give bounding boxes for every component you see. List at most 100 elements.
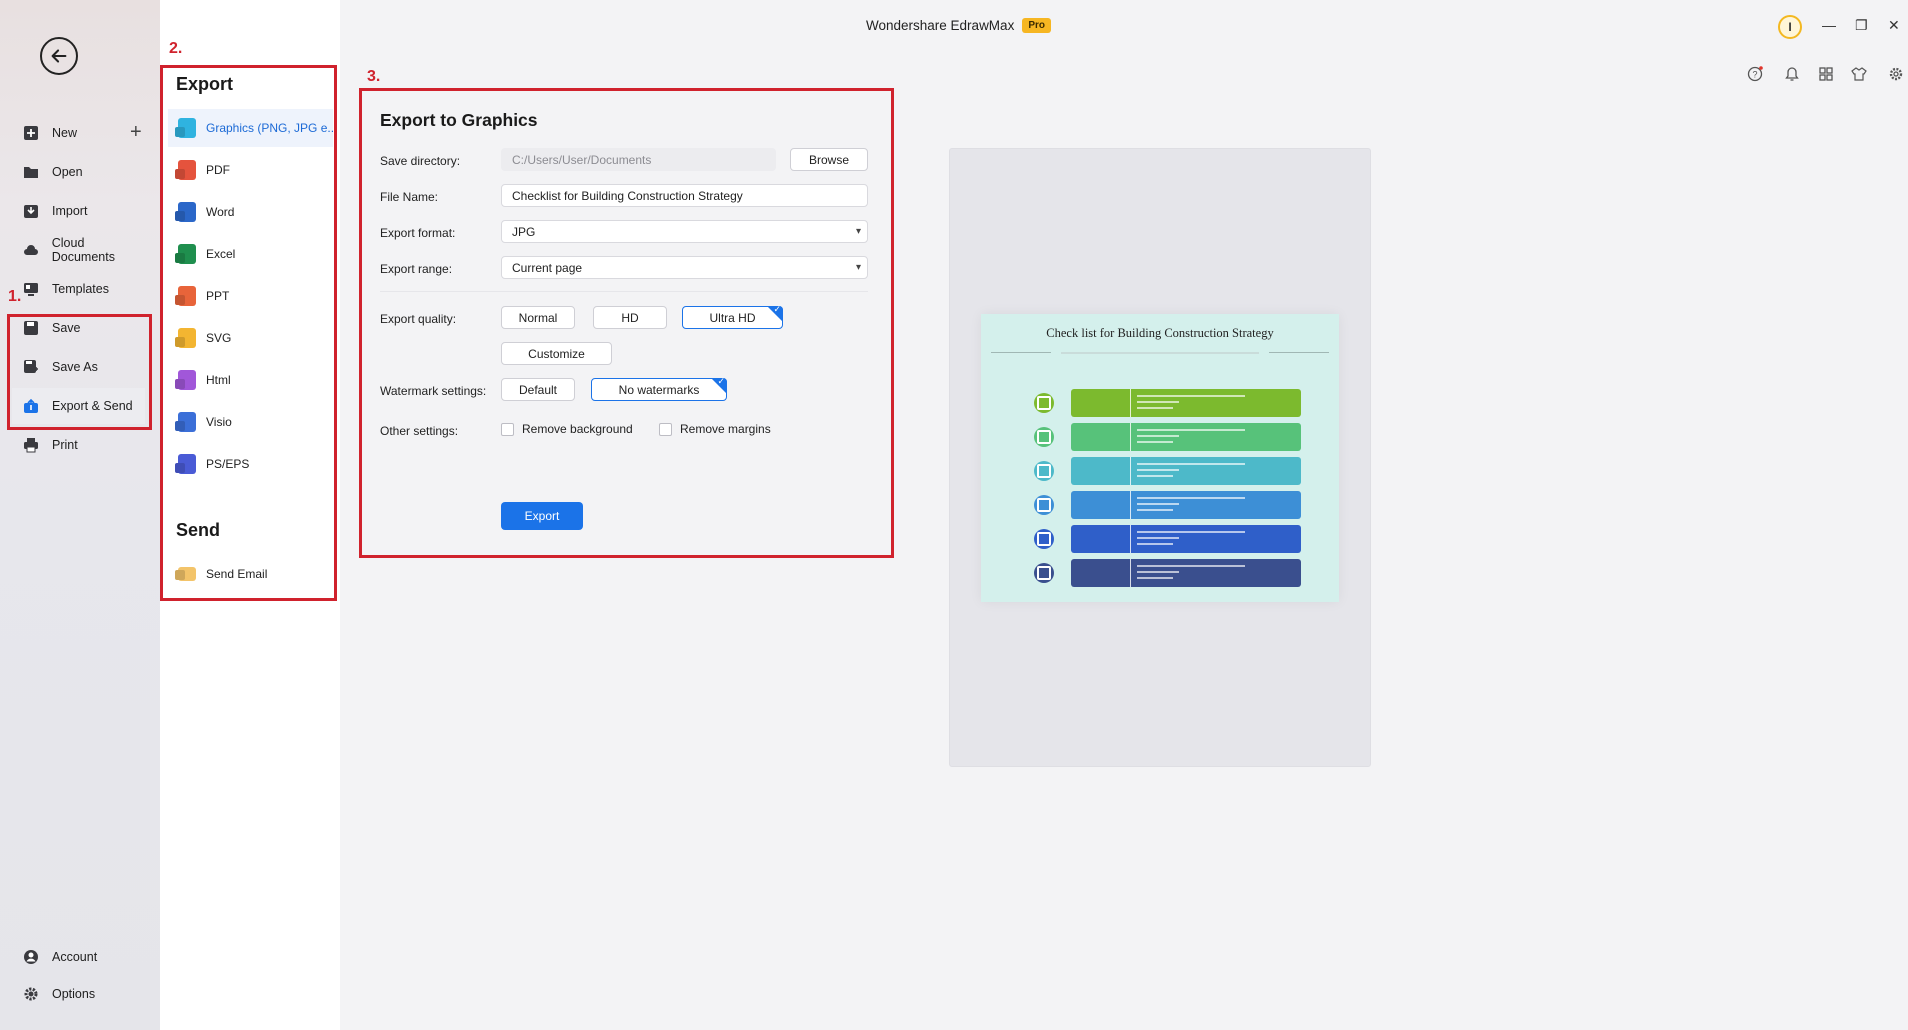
preview-step-lines [1137, 565, 1257, 583]
preview-step-label [1071, 389, 1131, 417]
export-item-label: PPT [206, 289, 230, 303]
panel-divider [380, 291, 868, 292]
sidebar-item-templates[interactable]: Templates [20, 271, 150, 307]
sidebar-item-options[interactable]: Options [20, 976, 150, 1012]
save-directory-label: Save directory: [380, 154, 461, 168]
sidebar-item-label: Export & Send [52, 399, 133, 413]
sidebar-item-label: Cloud Documents [51, 236, 115, 264]
export-item-word[interactable]: Word [168, 193, 333, 231]
html-file-icon [178, 370, 196, 390]
watermark-settings-label: Watermark settings: [380, 384, 487, 398]
export-item-ps-eps[interactable]: PS/EPS [168, 445, 333, 483]
preview-step-lines [1137, 429, 1257, 447]
envelope-icon [178, 567, 196, 581]
folder-icon [20, 161, 42, 183]
export-range-value: Current page [512, 260, 583, 275]
quality-hd-button[interactable]: HD [593, 306, 667, 329]
file-name-input[interactable]: Checklist for Building Construction Stra… [501, 184, 868, 207]
sidebar-item-label: Templates [52, 282, 109, 296]
word-file-icon [178, 202, 196, 222]
sidebar-item-export-send[interactable]: Export & Send [12, 388, 145, 424]
export-item-graphics[interactable]: Graphics (PNG, JPG e... [168, 109, 333, 147]
shirt-theme-icon[interactable] [1848, 65, 1870, 83]
quality-normal-button[interactable]: Normal [501, 306, 575, 329]
gear-icon [20, 983, 42, 1005]
customize-button[interactable]: Customize [501, 342, 612, 365]
restore-button[interactable]: ❐ [1855, 17, 1868, 34]
pdf-file-icon [178, 160, 196, 180]
sidebar-item-print[interactable]: Print [20, 427, 150, 463]
quality-ultra-hd-button[interactable]: Ultra HD [682, 304, 783, 329]
back-button[interactable] [40, 37, 78, 75]
title-bar: Wondershare EdrawMax Pro [866, 18, 1051, 33]
annotation-step1: 1. [8, 288, 22, 305]
checkbox-box[interactable] [659, 422, 672, 436]
sidebar-item-label: Account [52, 950, 98, 964]
svg-text:?: ? [1752, 70, 1757, 80]
sidebar-item-import[interactable]: Import [20, 193, 150, 229]
preview-step-icon [1034, 461, 1054, 481]
preview-step-row [1071, 559, 1301, 587]
watermark-default-button[interactable]: Default [501, 378, 575, 401]
sidebar-item-account[interactable]: Account [20, 939, 150, 975]
preview-rule-right [1269, 352, 1329, 353]
print-icon [20, 434, 42, 456]
settings-gear-icon[interactable] [1885, 65, 1907, 83]
minimize-button[interactable]: — [1822, 17, 1836, 33]
apps-grid-icon[interactable] [1815, 65, 1837, 83]
export-item-label: Visio [206, 415, 232, 429]
account-icon [20, 946, 42, 968]
preview-step-lines [1137, 463, 1257, 481]
export-item-svg[interactable]: SVG [168, 319, 333, 357]
browse-button[interactable]: Browse [790, 148, 868, 171]
sidebar-item-save[interactable]: Save [20, 310, 150, 346]
export-button[interactable]: Export [501, 502, 583, 530]
new-plus-icon[interactable]: + [130, 121, 142, 144]
preview-step-icon [1034, 427, 1054, 447]
export-item-visio[interactable]: Visio [168, 403, 333, 441]
export-item-ppt[interactable]: PPT [168, 277, 333, 315]
annotation-step3: 3. [367, 68, 381, 85]
close-button[interactable]: ✕ [1888, 17, 1900, 34]
help-icon[interactable]: ? [1744, 65, 1766, 83]
no-watermarks-button[interactable]: No watermarks [591, 376, 727, 401]
export-item-excel[interactable]: Excel [168, 235, 333, 273]
annotation-step2: 2. [169, 40, 183, 57]
remove-margins-label: Remove margins [680, 422, 771, 436]
preview-step-label [1071, 491, 1131, 519]
preview-step-row [1071, 491, 1301, 519]
avatar[interactable]: I [1778, 15, 1802, 39]
export-range-select[interactable]: Current page [501, 256, 868, 279]
export-format-label: Export format: [380, 226, 456, 240]
preview-step-lines [1137, 395, 1257, 413]
export-item-html[interactable]: Html [168, 361, 333, 399]
app-title: Wondershare EdrawMax [866, 18, 1015, 33]
remove-background-checkbox[interactable]: Remove background [501, 422, 633, 436]
avatar-initial: I [1788, 20, 1792, 34]
preview-step-label [1071, 423, 1131, 451]
ppt-file-icon [178, 286, 196, 306]
graphics-file-icon [178, 118, 196, 138]
export-item-label: SVG [206, 331, 232, 345]
preview-step-row [1071, 457, 1301, 485]
export-item-label: Word [206, 205, 235, 219]
remove-margins-checkbox[interactable]: Remove margins [659, 422, 771, 436]
export-quality-label: Export quality: [380, 312, 457, 326]
send-item-email[interactable]: Send Email [168, 555, 333, 593]
export-item-pdf[interactable]: PDF [168, 151, 333, 189]
visio-file-icon [178, 412, 196, 432]
sidebar-item-label: Import [52, 204, 88, 218]
notification-bell-icon[interactable] [1781, 65, 1803, 83]
sidebar-item-save-as[interactable]: Save As [20, 349, 150, 385]
checkbox-box[interactable] [501, 422, 514, 436]
preview-title: Check list for Building Construction Str… [1046, 326, 1274, 340]
export-format-select[interactable]: JPG [501, 220, 868, 243]
plus-square-icon [20, 122, 42, 144]
sidebar-item-cloud-documents[interactable]: Cloud Documents [20, 232, 150, 268]
preview-thumbnail: Check list for Building Construction Str… [981, 314, 1339, 602]
ps-eps-file-icon [178, 454, 196, 474]
quality-ultra-hd-label: Ultra HD [709, 310, 756, 325]
sidebar-item-open[interactable]: Open [20, 154, 150, 190]
sidebar-item-label: Save [52, 321, 81, 335]
save-directory-field: C:/Users/User/Documents [501, 148, 776, 171]
